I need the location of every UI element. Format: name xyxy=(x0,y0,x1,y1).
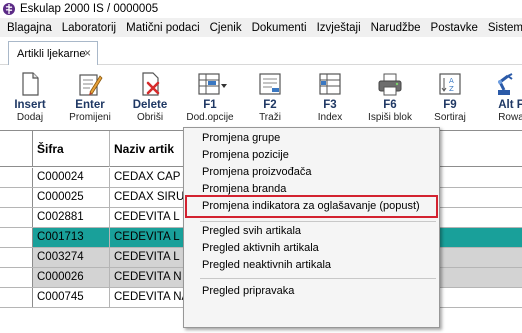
insert-button[interactable]: Insert Dodaj xyxy=(0,66,60,126)
menu-item-promjena-indikatora[interactable]: Promjena indikatora za oglašavanje (popu… xyxy=(202,198,420,215)
row-code: C002881 xyxy=(33,208,110,227)
menu-item-pregled-pripravaka[interactable]: Pregled pripravaka xyxy=(202,283,294,300)
menu-maticni-podaci[interactable]: Matični podaci xyxy=(121,22,205,34)
menu-postavke[interactable]: Postavke xyxy=(426,22,483,34)
menu-item-promjena-pozicije[interactable]: Promjena pozicije xyxy=(202,147,289,164)
row-selector[interactable] xyxy=(0,208,33,227)
row-selector[interactable] xyxy=(0,248,33,267)
f2-search-button[interactable]: F2 Traži xyxy=(240,66,300,126)
menu-item-pregled-svih[interactable]: Pregled svih artikala xyxy=(202,223,301,240)
f2-key: F2 xyxy=(263,99,277,111)
f6-label: Ispiši blok xyxy=(368,112,412,123)
row-selector[interactable] xyxy=(0,228,33,247)
enter-key: Enter xyxy=(75,99,105,111)
svg-text:Z: Z xyxy=(449,85,454,93)
menu-blagajna[interactable]: Blagajna xyxy=(2,22,57,34)
insert-label: Dodaj xyxy=(16,112,44,123)
robot-arm-icon xyxy=(490,70,518,98)
row-code: C000025 xyxy=(33,188,110,207)
menu-separator xyxy=(200,221,436,222)
delete-key: Delete xyxy=(132,99,168,111)
f3-index-button[interactable]: F3 Index xyxy=(300,66,360,126)
f9-label: Sortiraj xyxy=(434,112,466,123)
f6-print-button[interactable]: F6 Ispiši blok xyxy=(360,66,420,126)
index-list-icon xyxy=(316,70,344,98)
toolbar: Insert Dodaj Enter Promijeni Delete Obri… xyxy=(0,66,522,126)
row-selector[interactable] xyxy=(0,168,33,187)
tab-label: Artikli ljekarne xyxy=(17,47,86,60)
enter-label: Promijeni xyxy=(69,112,111,123)
menu-sistem[interactable]: Sistem xyxy=(483,22,522,34)
menu-izvjestaji[interactable]: Izvještaji xyxy=(312,22,366,34)
menu-dokumenti[interactable]: Dokumenti xyxy=(247,22,312,34)
row-selector[interactable] xyxy=(0,188,33,207)
delete-label: Obriši xyxy=(136,112,164,123)
close-icon[interactable]: × xyxy=(84,46,91,60)
options-grid-icon xyxy=(196,70,227,98)
search-list-icon xyxy=(256,70,284,98)
header-selector xyxy=(0,131,33,167)
row-code: C000026 xyxy=(33,268,110,287)
svg-text:A: A xyxy=(449,77,454,85)
delete-document-icon xyxy=(136,70,164,98)
f2-label: Traži xyxy=(259,112,281,123)
document-tab-strip: Artikli ljekarne × xyxy=(0,37,522,65)
enter-button[interactable]: Enter Promijeni xyxy=(60,66,120,126)
f1-key: F1 xyxy=(203,99,217,111)
row-code: C000745 xyxy=(33,288,110,307)
new-document-icon xyxy=(16,70,44,98)
row-code: C003274 xyxy=(33,248,110,267)
menu-bar: Blagajna Laboratorij Matični podaci Cjen… xyxy=(0,18,522,37)
menu-item-pregled-neaktivnih[interactable]: Pregled neaktivnih artikala xyxy=(202,257,331,274)
menu-item-promjena-grupe[interactable]: Promjena grupe xyxy=(202,130,280,147)
tab-artikli-ljekarne[interactable]: Artikli ljekarne × xyxy=(8,41,98,65)
altf-key: Alt F xyxy=(498,99,522,111)
f3-label: Index xyxy=(317,112,343,123)
altf-rowa-button[interactable]: Alt F Rowa xyxy=(480,66,522,126)
menu-cjenik[interactable]: Cjenik xyxy=(205,22,247,34)
menu-item-promjena-proizvodaca[interactable]: Promjena proizvođača xyxy=(202,164,311,181)
title-bar: Eskulap 2000 IS / 0000005 xyxy=(0,0,522,18)
column-header-sifra[interactable]: Šifra xyxy=(33,131,110,167)
edit-document-icon xyxy=(76,70,104,98)
printer-icon xyxy=(376,70,404,98)
menu-narudzbe[interactable]: Narudžbe xyxy=(366,22,426,34)
f6-key: F6 xyxy=(383,99,397,111)
f9-sort-button[interactable]: A Z F9 Sortiraj xyxy=(420,66,480,126)
row-selector[interactable] xyxy=(0,268,33,287)
row-selector[interactable] xyxy=(0,288,33,307)
f9-key: F9 xyxy=(443,99,457,111)
insert-key: Insert xyxy=(14,99,46,111)
sort-az-icon: A Z xyxy=(436,70,464,98)
options-context-menu: Promjena grupe Promjena pozicije Promjen… xyxy=(183,127,440,328)
row-code: C001713 xyxy=(33,228,110,247)
f3-key: F3 xyxy=(323,99,337,111)
menu-item-pregled-aktivnih[interactable]: Pregled aktivnih artikala xyxy=(202,240,319,257)
menu-separator xyxy=(200,278,436,279)
f1-options-button[interactable]: F1 Dod.opcije xyxy=(180,66,240,126)
eskulap-app-icon xyxy=(2,2,16,16)
row-code: C000024 xyxy=(33,168,110,187)
f1-label: Dod.opcije xyxy=(186,112,234,123)
menu-laboratorij[interactable]: Laboratorij xyxy=(57,22,121,34)
altf-label: Rowa xyxy=(498,112,522,123)
delete-button[interactable]: Delete Obriši xyxy=(120,66,180,126)
window-title: Eskulap 2000 IS / 0000005 xyxy=(20,3,159,15)
